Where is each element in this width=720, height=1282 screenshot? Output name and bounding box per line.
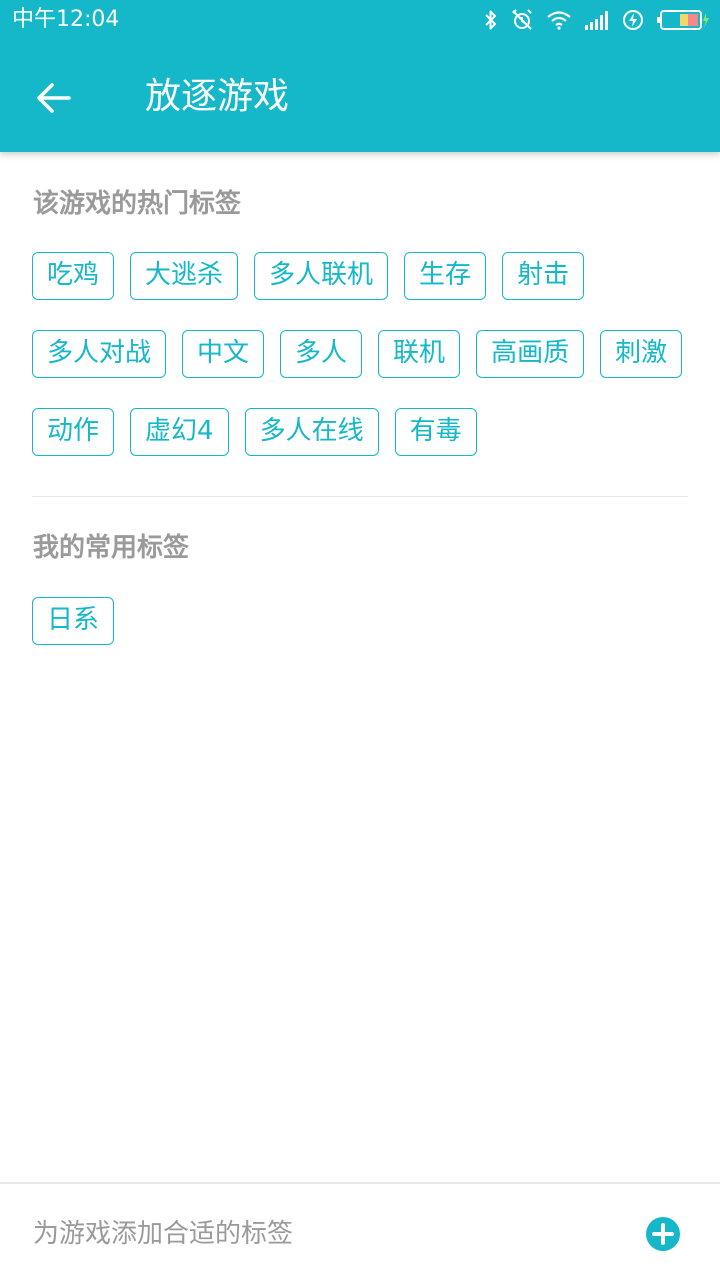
tag-chip[interactable]: 吃鸡 — [32, 252, 115, 300]
add-tag-button[interactable] — [645, 1216, 681, 1252]
tag-chip[interactable]: 动作 — [32, 408, 115, 456]
status-icons — [484, 6, 710, 34]
status-bar: 中午12:04 — [0, 0, 720, 40]
tag-chip[interactable]: 大逃杀 — [130, 252, 239, 300]
tag-chip[interactable]: 联机 — [378, 330, 461, 378]
hot-tags-title: 该游戏的热门标签 — [33, 189, 242, 219]
add-tag-input[interactable] — [33, 1212, 593, 1256]
page-title: 放逐游戏 — [145, 76, 290, 117]
alarm-off-icon — [510, 8, 534, 32]
bluetooth-icon — [484, 9, 498, 31]
status-time: 中午12:04 — [12, 7, 120, 32]
section-divider — [32, 496, 688, 497]
tag-chip[interactable]: 多人在线 — [244, 408, 379, 456]
arrow-left-icon — [37, 83, 71, 113]
add-tag-bar — [0, 1182, 720, 1282]
tag-chip[interactable]: 中文 — [182, 330, 265, 378]
my-tags-list: 日系 — [32, 597, 692, 645]
charging-icon — [622, 9, 644, 31]
hot-tags-list: 吃鸡 大逃杀 多人联机 生存 射击 多人对战 中文 多人 联机 高画质 刺激 动作 虚幻4 多人在线 有毒 — [32, 252, 692, 456]
battery-icon — [656, 9, 710, 31]
tag-chip[interactable]: 刺激 — [600, 330, 683, 378]
tag-chip[interactable]: 虚幻4 — [130, 408, 229, 456]
signal-icon — [584, 10, 610, 30]
app-bar: 中午12:04 放逐游戏 — [0, 0, 720, 152]
tag-chip[interactable]: 有毒 — [394, 408, 477, 456]
wifi-icon — [546, 10, 572, 30]
tag-chip[interactable]: 高画质 — [476, 330, 585, 378]
plus-circle-icon — [646, 1217, 680, 1251]
my-tags-title: 我的常用标签 — [33, 533, 190, 563]
tag-chip[interactable]: 多人 — [280, 330, 363, 378]
tag-chip[interactable]: 多人联机 — [254, 252, 389, 300]
back-button[interactable] — [22, 66, 86, 130]
tag-chip[interactable]: 多人对战 — [32, 330, 167, 378]
tag-chip[interactable]: 日系 — [32, 597, 115, 645]
tag-chip[interactable]: 射击 — [502, 252, 585, 300]
tag-chip[interactable]: 生存 — [404, 252, 487, 300]
